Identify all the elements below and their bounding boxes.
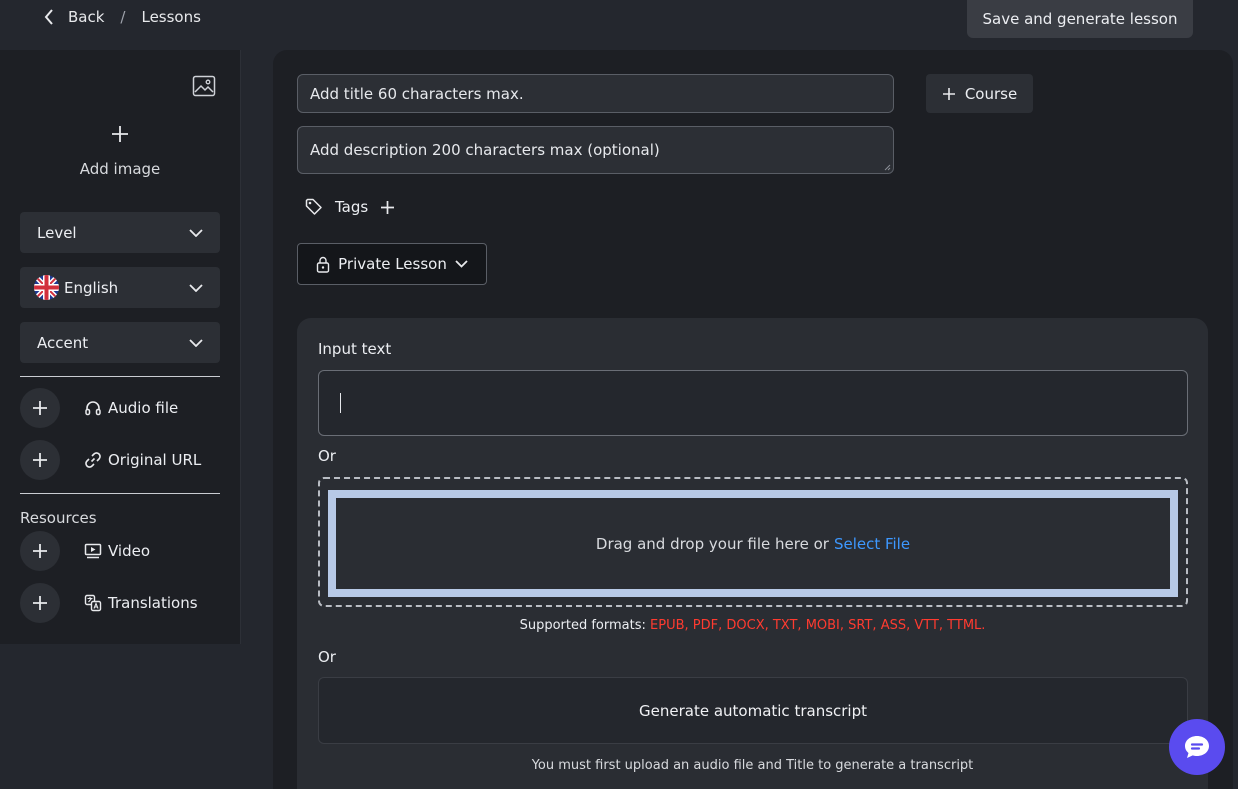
plus-icon: [33, 401, 47, 415]
tags-row: Tags: [305, 198, 395, 216]
breadcrumb-separator: /: [120, 8, 126, 26]
language-label: English: [64, 278, 119, 297]
add-audio-file-button[interactable]: [20, 388, 60, 428]
chat-icon: [1185, 736, 1209, 758]
chat-button[interactable]: [1169, 719, 1225, 775]
add-video-button[interactable]: [20, 531, 60, 571]
add-translations-button[interactable]: [20, 583, 60, 623]
supported-formats: Supported formats: EPUB, PDF, DOCX, TXT,…: [297, 618, 1208, 633]
or-label: Or: [318, 447, 336, 465]
level-dropdown[interactable]: Level: [20, 212, 220, 253]
sidebar: Add image Level English Accent Audio fil…: [0, 50, 241, 644]
save-and-generate-button[interactable]: Save and generate lesson: [967, 0, 1193, 38]
headphones-icon: [84, 399, 102, 417]
video-label: Video: [108, 542, 151, 560]
breadcrumb: Back / Lessons: [44, 8, 201, 26]
chevron-left-icon: [44, 9, 53, 25]
privacy-label: Private Lesson: [338, 255, 447, 273]
lock-icon: [316, 256, 330, 273]
description-textarea[interactable]: Add description 200 characters max (opti…: [297, 126, 894, 174]
or-label: Or: [318, 648, 336, 666]
generate-transcript-note: You must first upload an audio file and …: [531, 758, 974, 773]
uk-flag-icon: [34, 275, 59, 300]
back-label: Back: [68, 8, 105, 26]
supported-formats-label: Supported formats:: [519, 618, 646, 633]
add-image-button[interactable]: Add image: [0, 122, 240, 178]
plus-icon: [33, 453, 47, 467]
language-dropdown[interactable]: English: [20, 267, 220, 308]
plus-icon: [33, 596, 47, 610]
add-tag-icon[interactable]: [380, 200, 395, 215]
translate-icon: [84, 594, 102, 612]
chevron-down-icon: [189, 283, 203, 292]
breadcrumb-lessons[interactable]: Lessons: [141, 8, 200, 26]
link-icon: [84, 451, 102, 469]
resources-heading: Resources: [20, 509, 97, 527]
accent-label: Accent: [37, 333, 89, 352]
input-text-field[interactable]: [318, 370, 1188, 436]
original-url-row[interactable]: Original URL: [20, 440, 230, 480]
back-link[interactable]: Back: [44, 8, 104, 26]
divider: [20, 376, 220, 377]
level-label: Level: [37, 223, 77, 242]
tags-label: Tags: [335, 198, 369, 216]
video-icon: [84, 542, 102, 560]
file-drop-area[interactable]: Drag and drop your file here or Select F…: [328, 490, 1178, 597]
plus-icon: [942, 87, 955, 100]
title-input[interactable]: Add title 60 characters max.: [297, 74, 894, 113]
chevron-down-icon: [189, 338, 203, 347]
content-source-panel: Input text Or Drag and drop your file he…: [297, 318, 1208, 789]
text-caret: [340, 393, 341, 413]
top-bar: Back / Lessons Save and generate lesson: [0, 0, 1238, 38]
audio-file-label: Audio file: [108, 399, 179, 417]
divider: [20, 493, 220, 494]
add-original-url-button[interactable]: [20, 440, 60, 480]
drop-text: Drag and drop your file here or: [595, 534, 829, 553]
title-placeholder: Add title 60 characters max.: [310, 84, 524, 103]
lesson-editor: Add title 60 characters max. Add descrip…: [273, 50, 1233, 789]
translations-label: Translations: [108, 594, 198, 612]
translations-row[interactable]: Translations: [20, 583, 230, 623]
resize-handle-icon[interactable]: [884, 164, 891, 171]
video-row[interactable]: Video: [20, 531, 230, 571]
chevron-down-icon: [455, 260, 468, 268]
plus-icon: [33, 544, 47, 558]
chevron-down-icon: [189, 228, 203, 237]
tag-icon: [305, 198, 322, 215]
file-drop-zone[interactable]: Drag and drop your file here or Select F…: [318, 477, 1188, 607]
plus-icon: [0, 122, 240, 148]
description-placeholder: Add description 200 characters max (opti…: [310, 141, 660, 159]
select-file-link[interactable]: Select File: [834, 535, 910, 553]
generate-transcript-button[interactable]: Generate automatic transcript: [318, 677, 1188, 744]
input-text-label: Input text: [318, 340, 392, 358]
privacy-dropdown[interactable]: Private Lesson: [297, 243, 487, 285]
accent-dropdown[interactable]: Accent: [20, 322, 220, 363]
add-image-label: Add image: [79, 160, 161, 178]
image-icon[interactable]: [192, 74, 216, 102]
audio-file-row[interactable]: Audio file: [20, 388, 230, 428]
add-course-button[interactable]: Course: [926, 74, 1033, 113]
course-label: Course: [964, 84, 1018, 103]
original-url-label: Original URL: [108, 451, 202, 469]
supported-formats-list: EPUB, PDF, DOCX, TXT, MOBI, SRT, ASS, VT…: [650, 618, 986, 633]
